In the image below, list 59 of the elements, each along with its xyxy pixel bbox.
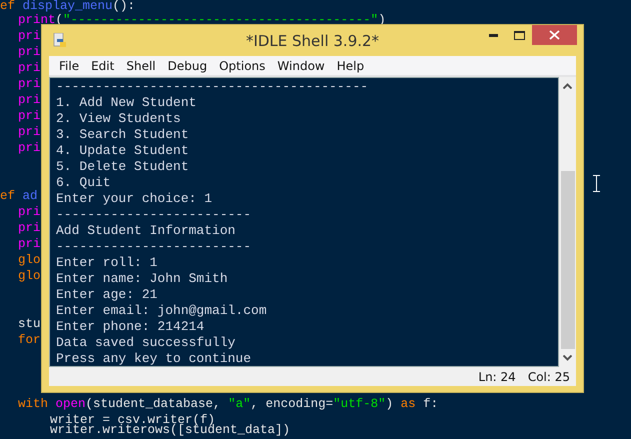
menu-item[interactable]: Options [213, 58, 272, 72]
output-line: ------------------------- [56, 207, 252, 223]
output-line: Enter name: John Smith [56, 271, 228, 287]
code-line: pri [18, 236, 41, 252]
code-line: for [18, 332, 41, 348]
line-number: Ln: 24 [478, 370, 516, 384]
menu-item[interactable]: Edit [85, 58, 120, 72]
output-line: Enter your choice: 1 [56, 191, 212, 207]
menu-item[interactable]: Shell [120, 58, 162, 72]
output-line: Enter roll: 1 [56, 255, 158, 271]
output-line: ---------------------------------------- [56, 79, 368, 95]
scroll-up-icon[interactable] [563, 83, 572, 89]
text-cursor-icon [593, 175, 600, 192]
shell-text-area[interactable] [49, 77, 559, 367]
code-line: glo [18, 252, 41, 268]
column-number: Col: 25 [528, 370, 570, 384]
output-line: Enter email: john@gmail.com [56, 303, 267, 319]
maximize-icon [514, 30, 524, 40]
close-button[interactable] [532, 25, 577, 45]
menu-item[interactable]: Window [271, 58, 331, 72]
output-line: Enter age: 21 [56, 287, 158, 303]
app-icon [53, 33, 67, 48]
output-line: 5. Delete Student [56, 159, 189, 175]
code-line: pri [18, 28, 41, 44]
code-line: pri [18, 92, 41, 108]
menu-item[interactable]: File [53, 58, 86, 72]
output-line: Enter phone: 214214 [56, 319, 204, 335]
output-line: ------------------------- [56, 239, 252, 255]
code-line: pri [18, 140, 41, 156]
code-line: pri [18, 44, 41, 60]
code-line: pri [18, 76, 41, 92]
output-line: 1. Add New Student [56, 95, 196, 111]
output-line: Data saved successfully [56, 335, 236, 351]
output-line: 6. Quit [56, 175, 111, 191]
code-line: pri [18, 60, 41, 76]
code-line: ef display_menu(): [0, 0, 136, 12]
output-line: 4. Update Student [56, 143, 189, 159]
menu-item[interactable]: Help [330, 58, 370, 72]
code-line: pri [18, 124, 41, 140]
window-title: *IDLE Shell 3.9.2* [246, 32, 380, 50]
output-line: Press any key to continue [56, 351, 252, 367]
scrollbar-thumb[interactable] [560, 171, 574, 349]
code-line: writer.writerows([student_data]) [50, 425, 290, 436]
code-line: pri [18, 220, 41, 236]
minimize-icon [488, 34, 498, 36]
close-icon [549, 30, 560, 40]
code-line: pri [18, 204, 41, 220]
code-line: ef ad [0, 188, 38, 204]
output-line: Add Student Information [56, 223, 236, 239]
scrollbar[interactable] [559, 77, 576, 367]
code-line: writer = csv.writer(f) [50, 412, 216, 425]
code-line: pri [18, 108, 41, 124]
scroll-down-icon[interactable] [563, 355, 572, 361]
code-line: stu [18, 316, 41, 332]
code-line: glo [18, 268, 41, 284]
output-line: 3. Search Student [56, 127, 189, 143]
menu-item[interactable]: Debug [162, 58, 214, 72]
output-line: 2. View Students [56, 111, 181, 127]
code-line: with open(student_database, "a", encoding="utf-8") as f: [18, 396, 438, 412]
